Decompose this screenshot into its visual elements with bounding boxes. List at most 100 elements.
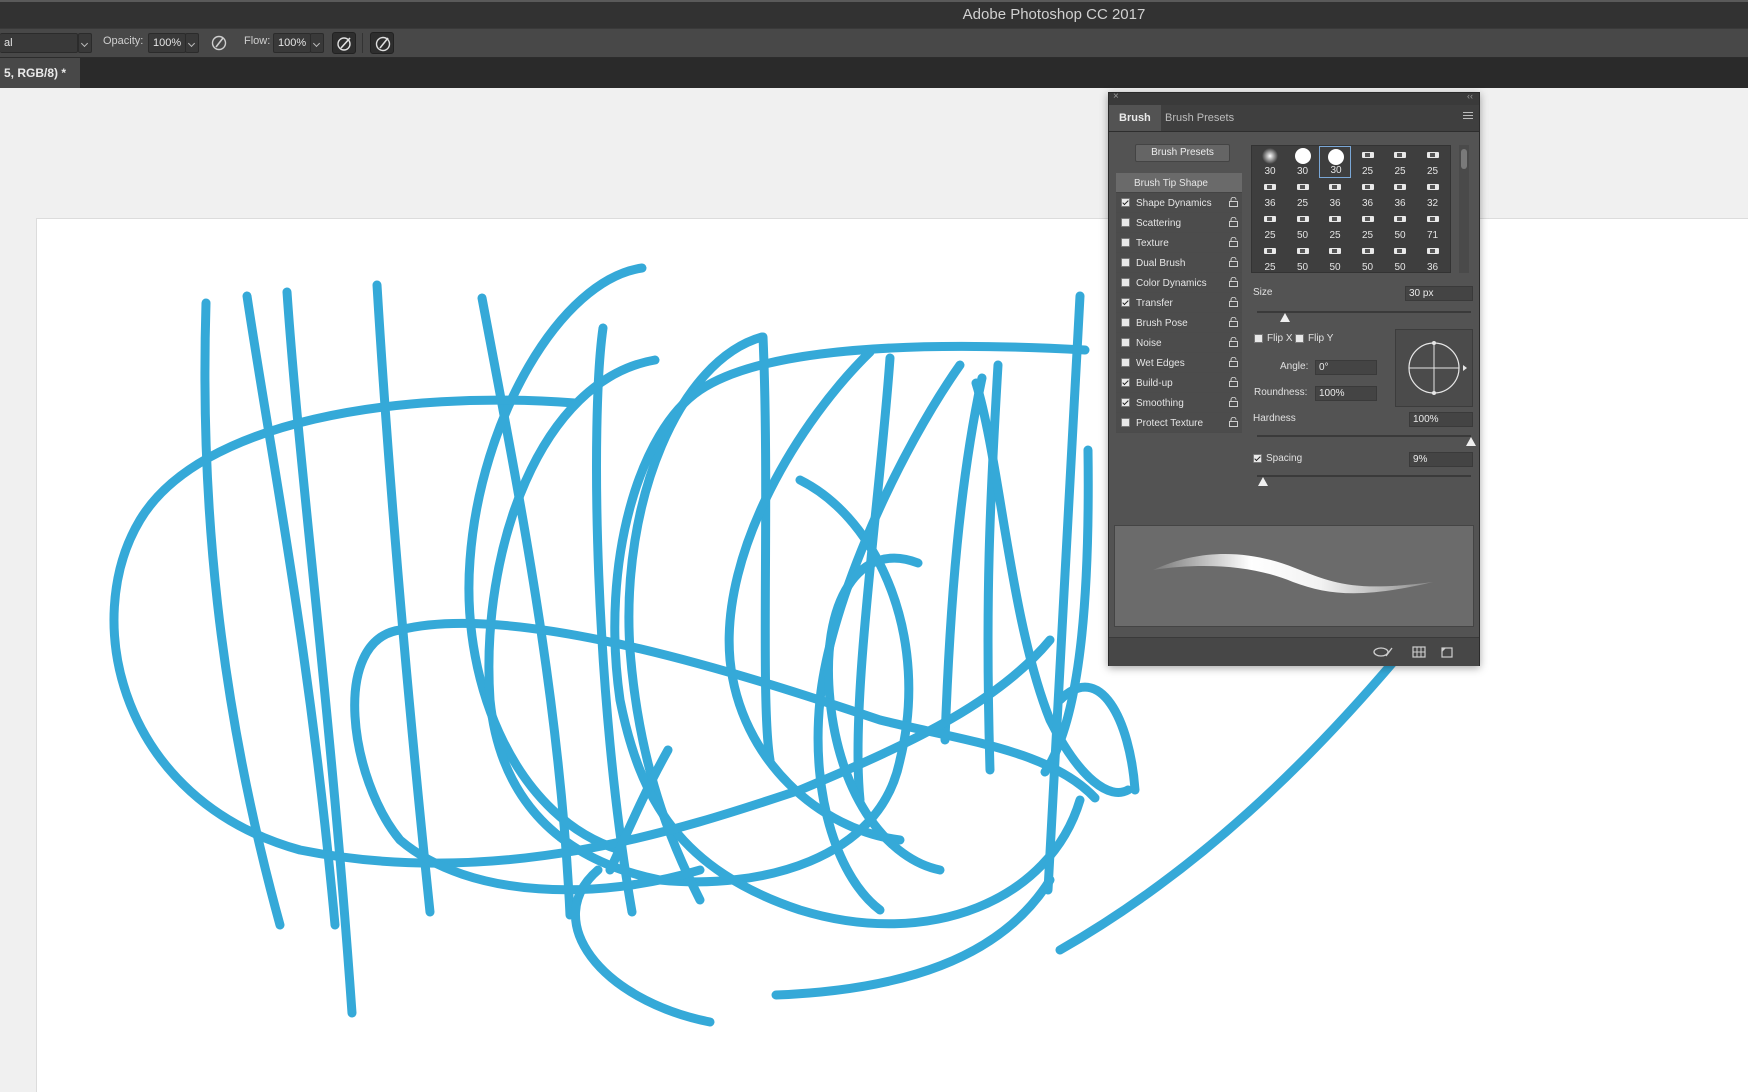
brush-preset-cell[interactable]: 32: [1417, 178, 1449, 210]
brush-presets-button[interactable]: Brush Presets: [1135, 144, 1230, 162]
panel-menu-icon[interactable]: [1463, 112, 1473, 119]
lock-icon[interactable]: [1229, 337, 1238, 347]
setting-checkbox[interactable]: [1121, 238, 1130, 247]
brush-preset-cell[interactable]: 50: [1384, 210, 1416, 242]
hardness-slider-track[interactable]: [1257, 435, 1471, 437]
setting-checkbox[interactable]: [1121, 218, 1130, 227]
brush-setting-item[interactable]: Shape Dynamics: [1116, 193, 1242, 213]
lock-icon[interactable]: [1229, 377, 1238, 387]
setting-checkbox[interactable]: [1121, 298, 1130, 307]
brush-preset-size: 36: [1329, 198, 1341, 209]
presets-scrollbar[interactable]: [1459, 145, 1469, 273]
close-icon[interactable]: ×: [1113, 91, 1119, 102]
brush-preset-cell[interactable]: 36: [1352, 178, 1384, 210]
lock-icon[interactable]: [1229, 297, 1238, 307]
roundness-field[interactable]: 100%: [1315, 386, 1377, 401]
size-field[interactable]: 30 px: [1405, 286, 1473, 301]
lock-icon[interactable]: [1229, 357, 1238, 367]
brush-preset-cell[interactable]: 25: [1319, 210, 1351, 242]
new-brush-icon[interactable]: [1440, 645, 1454, 664]
lock-icon[interactable]: [1229, 237, 1238, 247]
brush-preset-cell[interactable]: 25: [1417, 146, 1449, 178]
spacing-slider-track[interactable]: [1257, 475, 1471, 477]
panel-footer: [1109, 637, 1479, 666]
brush-preset-size: 25: [1264, 230, 1276, 241]
brush-preset-cell[interactable]: 50: [1287, 242, 1319, 274]
brush-preset-cell[interactable]: 50: [1384, 242, 1416, 274]
brush-preset-cell[interactable]: 30: [1254, 146, 1286, 178]
brush-setting-item[interactable]: Protect Texture: [1116, 413, 1242, 433]
setting-checkbox[interactable]: [1121, 318, 1130, 327]
flip-y-checkbox[interactable]: [1295, 334, 1304, 343]
panel-header[interactable]: × ‹‹: [1109, 91, 1479, 105]
brush-tip-icon: [1394, 184, 1406, 190]
brush-preset-cell[interactable]: 25: [1352, 210, 1384, 242]
brush-setting-item[interactable]: Brush Pose: [1116, 313, 1242, 333]
brush-tip-icon: [1361, 248, 1374, 254]
tab-brush[interactable]: Brush: [1109, 105, 1161, 131]
brush-preset-cell[interactable]: 25: [1352, 146, 1384, 178]
toggle-live-tip-icon[interactable]: [1373, 645, 1393, 664]
lock-icon[interactable]: [1229, 397, 1238, 407]
brush-preset-cell[interactable]: 50: [1319, 242, 1351, 274]
flip-x-checkbox[interactable]: [1254, 334, 1263, 343]
roundness-value: 100%: [1319, 388, 1345, 399]
brush-setting-item[interactable]: Dual Brush: [1116, 253, 1242, 273]
brush-setting-item[interactable]: Transfer: [1116, 293, 1242, 313]
setting-checkbox[interactable]: [1121, 358, 1130, 367]
brush-preset-cell[interactable]: 50: [1287, 210, 1319, 242]
brush-preset-cell[interactable]: 71: [1417, 210, 1449, 242]
brush-preset-cell[interactable]: 36: [1254, 178, 1286, 210]
brush-setting-item[interactable]: Build-up: [1116, 373, 1242, 393]
brush-preset-cell[interactable]: 36: [1417, 242, 1449, 274]
brush-panel: × ‹‹ Brush Brush Presets Brush Presets B…: [1108, 91, 1480, 666]
brush-tip-icon: [1329, 184, 1341, 190]
angle-value: 0°: [1319, 362, 1329, 373]
brush-setting-item[interactable]: Noise: [1116, 333, 1242, 353]
setting-checkbox[interactable]: [1121, 338, 1130, 347]
brush-setting-item[interactable]: Brush Tip Shape: [1116, 173, 1242, 193]
brush-preset-cell[interactable]: 25: [1384, 146, 1416, 178]
hardness-slider-knob[interactable]: [1466, 437, 1476, 446]
spacing-field[interactable]: 9%: [1409, 452, 1473, 467]
brush-preset-cell[interactable]: 30: [1319, 146, 1351, 178]
brush-setting-item[interactable]: Wet Edges: [1116, 353, 1242, 373]
lock-icon[interactable]: [1229, 217, 1238, 227]
angle-field[interactable]: 0°: [1315, 360, 1377, 375]
lock-icon[interactable]: [1229, 257, 1238, 267]
setting-checkbox[interactable]: [1121, 278, 1130, 287]
lock-icon[interactable]: [1229, 417, 1238, 427]
brush-preset-cell[interactable]: 36: [1384, 178, 1416, 210]
tab-brush-presets[interactable]: Brush Presets: [1165, 105, 1234, 131]
lock-icon[interactable]: [1229, 317, 1238, 327]
hardness-field[interactable]: 100%: [1409, 412, 1473, 427]
setting-checkbox[interactable]: [1121, 378, 1130, 387]
lock-icon[interactable]: [1229, 197, 1238, 207]
setting-checkbox[interactable]: [1121, 258, 1130, 267]
spacing-label: Spacing: [1266, 453, 1303, 464]
brush-preset-cell[interactable]: 36: [1319, 178, 1351, 210]
lock-icon[interactable]: [1229, 277, 1238, 287]
grid-view-icon[interactable]: [1412, 645, 1426, 664]
angle-roundness-widget[interactable]: [1395, 329, 1473, 407]
brush-preset-cell[interactable]: 25: [1254, 242, 1286, 274]
setting-checkbox[interactable]: [1121, 418, 1130, 427]
collapse-icon[interactable]: ‹‹: [1467, 91, 1473, 101]
brush-preset-cell[interactable]: 25: [1254, 210, 1286, 242]
brush-stroke-preview: [1114, 525, 1474, 627]
brush-preset-size: 32: [1426, 198, 1439, 209]
brush-setting-item[interactable]: Scattering: [1116, 213, 1242, 233]
brush-setting-item[interactable]: Smoothing: [1116, 393, 1242, 413]
setting-checkbox[interactable]: [1121, 198, 1130, 207]
hardness-value: 100%: [1413, 414, 1439, 425]
size-slider-knob[interactable]: [1279, 313, 1290, 322]
brush-setting-item[interactable]: Color Dynamics: [1116, 273, 1242, 293]
brush-preset-cell[interactable]: 25: [1287, 178, 1319, 210]
brush-preset-cell[interactable]: 30: [1287, 146, 1319, 178]
brush-preset-cell[interactable]: 50: [1352, 242, 1384, 274]
brush-setting-item[interactable]: Texture: [1116, 233, 1242, 253]
setting-checkbox[interactable]: [1121, 398, 1130, 407]
panel-tabs: Brush Brush Presets: [1109, 105, 1479, 132]
spacing-checkbox[interactable]: [1253, 454, 1262, 463]
spacing-slider-knob[interactable]: [1258, 477, 1269, 486]
